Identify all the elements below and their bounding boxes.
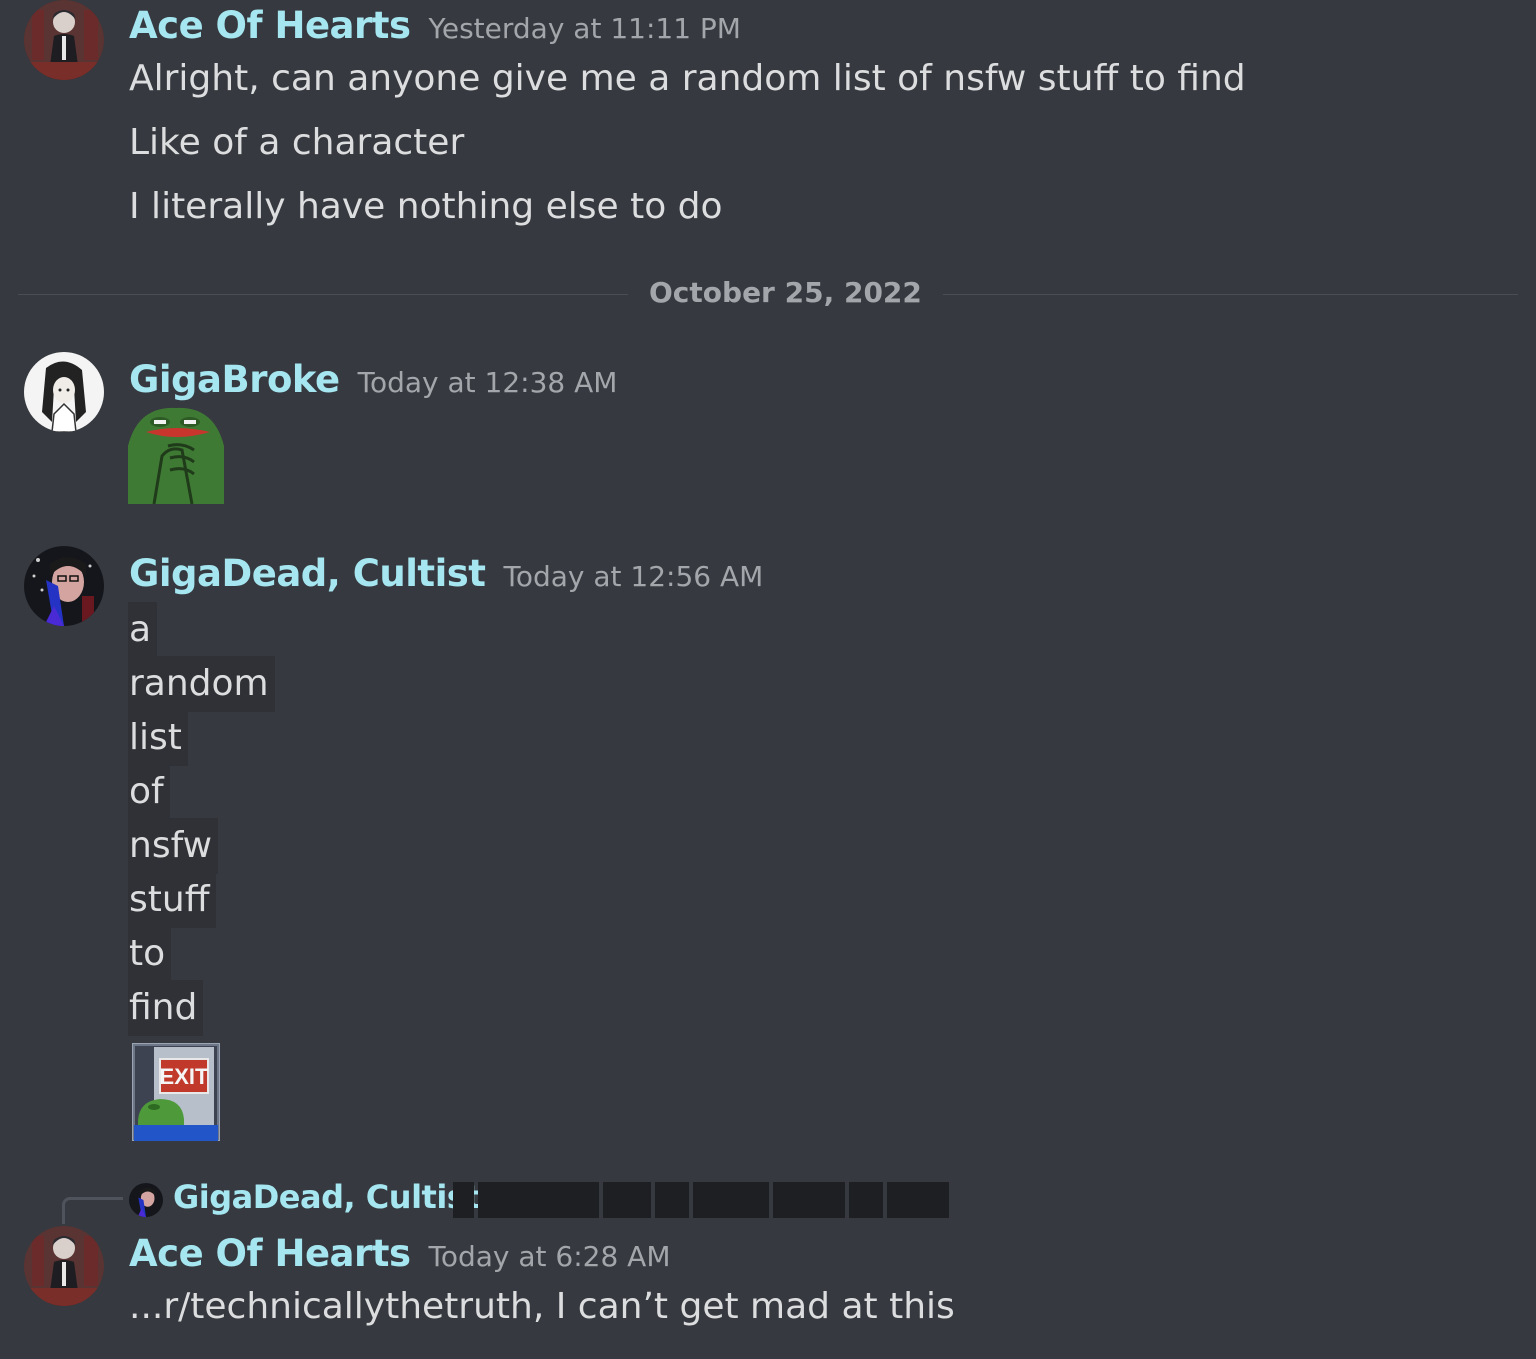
date-divider-label: October 25, 2022 <box>628 276 943 309</box>
username[interactable]: Ace Of Hearts <box>129 4 411 47</box>
message-header: GigaBroke Today at 12:38 AM <box>129 358 617 401</box>
username[interactable]: Ace Of Hearts <box>129 1232 411 1275</box>
avatar[interactable] <box>24 546 104 626</box>
spoiler-block[interactable] <box>478 1182 599 1218</box>
spoiler-block[interactable] <box>655 1182 689 1218</box>
spoiler-block[interactable] <box>603 1182 651 1218</box>
message-text: I literally have nothing else to do <box>129 186 723 227</box>
chat-messages: Ace Of Hearts Yesterday at 11:11 PM Alri… <box>0 0 1536 1359</box>
avatar[interactable] <box>24 352 104 432</box>
timestamp: Today at 12:38 AM <box>357 366 618 399</box>
spoiler-word[interactable]: random <box>128 656 275 712</box>
message-text: Like of a character <box>129 122 465 163</box>
spoiler-word[interactable]: find <box>128 980 204 1036</box>
spoiler-word[interactable]: of <box>128 764 170 820</box>
message-header: GigaDead, Cultist Today at 12:56 AM <box>129 552 763 595</box>
spoiler-word[interactable]: stuff <box>128 872 216 928</box>
spoiler-block[interactable] <box>887 1182 949 1218</box>
spoiler-word[interactable]: to <box>128 926 172 982</box>
timestamp: Today at 6:28 AM <box>428 1240 671 1273</box>
avatar[interactable] <box>24 1226 104 1306</box>
username[interactable]: GigaBroke <box>129 358 340 401</box>
message-header: Ace Of Hearts Today at 6:28 AM <box>129 1232 670 1275</box>
username[interactable]: GigaDead, Cultist <box>129 552 486 595</box>
spoiler-block[interactable] <box>453 1182 474 1218</box>
timestamp: Yesterday at 11:11 PM <box>428 12 741 45</box>
spoiler-block[interactable] <box>693 1182 769 1218</box>
pepe-emote-image[interactable] <box>128 406 224 508</box>
pepe-exit-emote-image[interactable]: EXIT <box>132 1043 220 1145</box>
spoiler-word[interactable]: list <box>128 710 188 766</box>
avatar[interactable] <box>24 0 104 80</box>
spoiler-block[interactable] <box>849 1182 883 1218</box>
exit-sign-text: EXIT <box>160 1064 209 1089</box>
reply-connector <box>62 1197 123 1224</box>
reply-author[interactable]: GigaDead, Cultist <box>173 1178 481 1216</box>
spoiler-word[interactable]: a <box>128 602 158 658</box>
spoiler-word[interactable]: nsfw <box>128 818 219 874</box>
message-header: Ace Of Hearts Yesterday at 11:11 PM <box>129 4 741 47</box>
message-text: Alright, can anyone give me a random lis… <box>129 58 1246 99</box>
reply-avatar[interactable] <box>129 1183 163 1217</box>
spoiler-block[interactable] <box>773 1182 845 1218</box>
message-text: ...r/technicallythetruth, I can’t get ma… <box>129 1286 955 1327</box>
timestamp: Today at 12:56 AM <box>503 560 764 593</box>
